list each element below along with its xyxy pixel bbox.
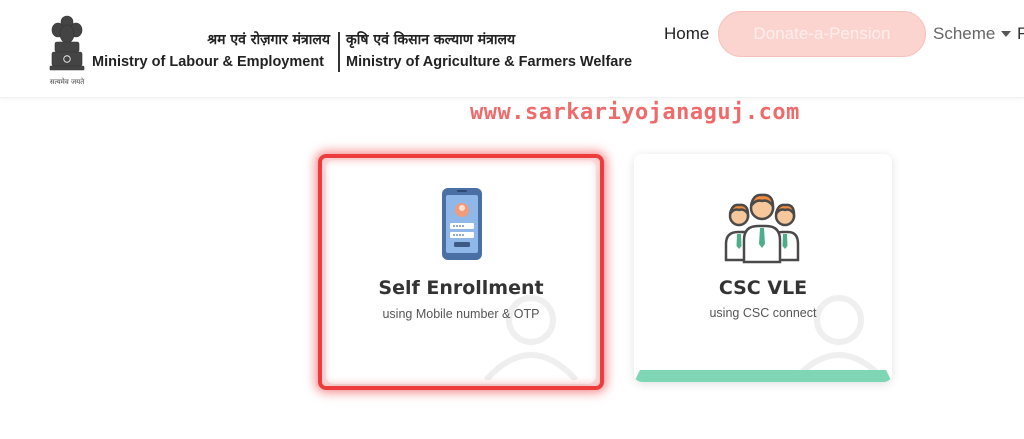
csc-vle-card[interactable]: CSC VLE using CSC connect [634, 154, 892, 382]
header-divider [338, 32, 340, 72]
page: सत्यमेव जयते श्रम एवं रोज़गार मंत्रालय M… [0, 0, 1024, 439]
selection-highlight-frame [318, 154, 604, 390]
ministry-labour-hindi: श्रम एवं रोज़गार मंत्रालय [207, 32, 330, 48]
ministry-agriculture-hindi: कृषि एवं किसान कल्याण मंत्रालय [346, 32, 516, 48]
nav-home-link[interactable]: Home [664, 24, 709, 44]
nav-scheme-dropdown[interactable]: Scheme [933, 24, 995, 44]
national-emblem-icon[interactable]: सत्यमेव जयते [44, 12, 90, 90]
csc-vle-subtitle: using CSC connect [709, 306, 817, 320]
chevron-down-icon[interactable] [1001, 31, 1011, 37]
ministry-agriculture-english: Ministry of Agriculture & Farmers Welfar… [346, 54, 633, 70]
group-users-icon [724, 193, 800, 264]
watermark-text: www.sarkariyojanaguj.com [470, 100, 800, 125]
donate-a-pension-button[interactable]: Donate-a-Pension [718, 11, 926, 57]
csc-vle-title: CSC VLE [718, 277, 808, 299]
svg-text:सत्यमेव जयते: सत्यमेव जयते [50, 77, 85, 86]
nav-next-item[interactable]: F [1017, 24, 1024, 44]
ministry-labour: श्रम एवं रोज़गार मंत्रालय Ministry of La… [92, 30, 332, 78]
site-header: सत्यमेव जयते श्रम एवं रोज़गार मंत्रालय M… [0, 0, 1024, 98]
card-accent-bar [634, 370, 892, 382]
ministry-labour-english: Ministry of Labour & Employment [92, 54, 325, 70]
ministry-agriculture: कृषि एवं किसान कल्याण मंत्रालय Ministry … [346, 30, 646, 78]
